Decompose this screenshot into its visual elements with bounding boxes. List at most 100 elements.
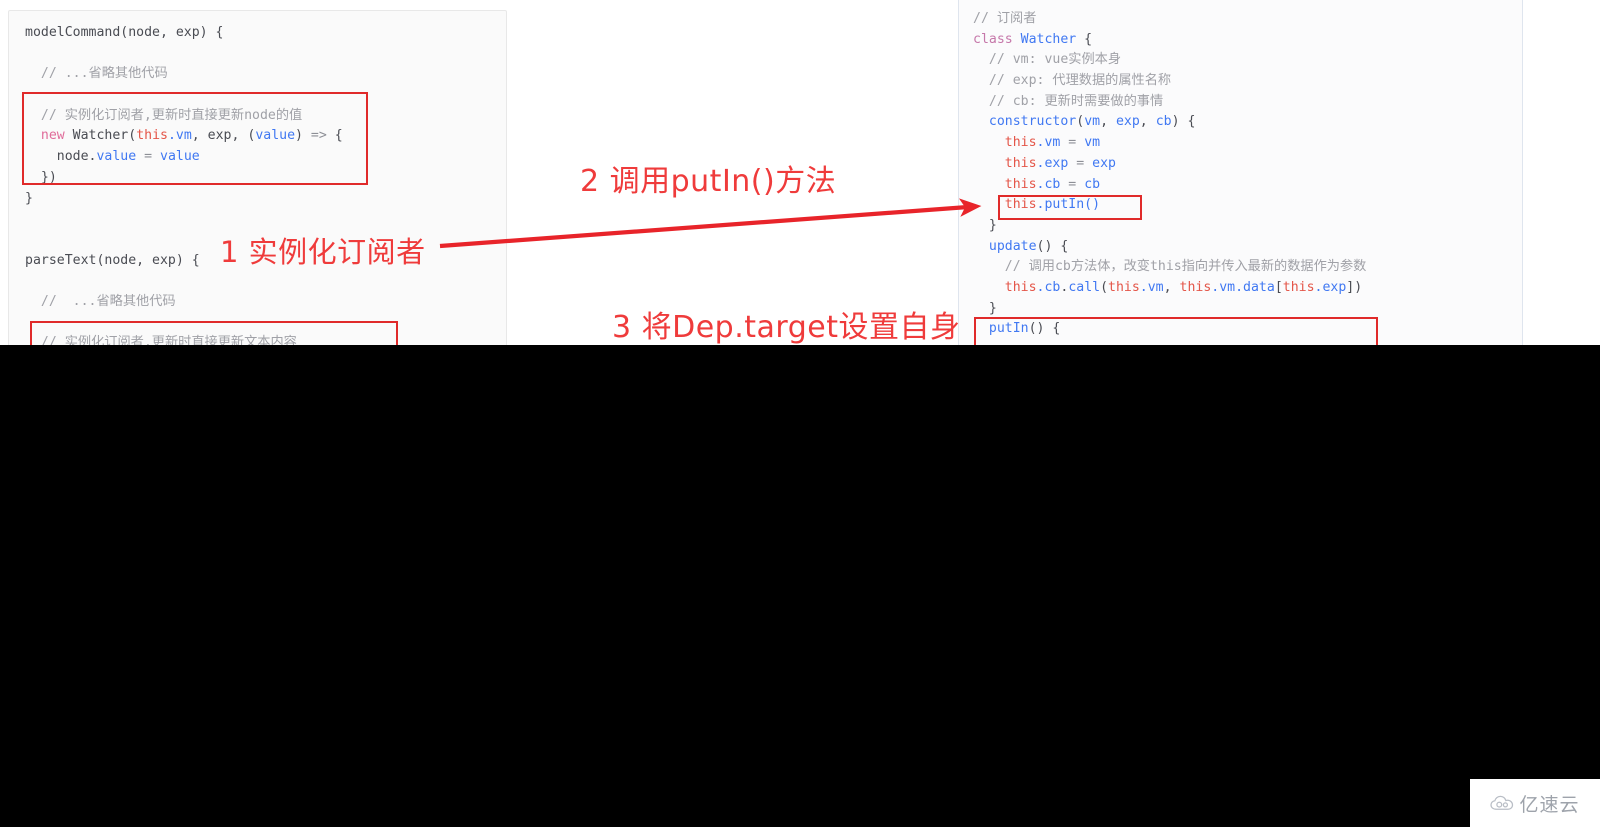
code-line: // 订阅者 [973, 9, 1522, 30]
code-token: () { [1036, 238, 1069, 254]
code-token: value [160, 149, 200, 165]
code-token: Watcher( [64, 128, 137, 144]
code-token: .vm [1036, 135, 1061, 151]
code-token: // cb: 更新时需要做的事情 [973, 93, 1164, 109]
code-token: , exp, ( [191, 128, 256, 144]
code-token: .cb [1036, 279, 1061, 295]
code-line: // exp: 代理数据的属性名称 [973, 71, 1522, 92]
code-line: // vm: vue实例本身 [973, 50, 1522, 71]
code-line: // 实例化订阅者,更新时直接更新node的值 [25, 106, 506, 127]
code-token: } [973, 300, 997, 316]
code-token: = [1068, 155, 1093, 171]
code-token: node. [25, 149, 97, 165]
code-token: // 调用cb方法体，改变this指向并传入最新的数据作为参数 [973, 259, 1367, 275]
code-token: vm [1084, 135, 1101, 151]
code-token: ]) [1346, 279, 1363, 295]
code-token: // exp: 代理数据的属性名称 [973, 73, 1172, 89]
watcher-code-text: // 订阅者 class Watcher { // vm: vue实例本身 // … [959, 0, 1522, 340]
code-token: class [973, 31, 1013, 47]
article-image-content: modelCommand(node, exp) { // ...省略其他代码 /… [0, 0, 1600, 345]
code-line: class Watcher { [973, 30, 1522, 51]
code-line: this.cb.call(this.vm, this.vm.data[this.… [973, 278, 1522, 299]
code-token: // vm: vue实例本身 [973, 52, 1122, 68]
annotation-step-1: 1 实例化订阅者 [220, 235, 426, 269]
code-token: value [96, 149, 137, 165]
code-line: modelCommand(node, exp) { [25, 23, 506, 44]
code-line: constructor(vm, exp, cb) { [973, 112, 1522, 133]
code-token: { [1076, 31, 1093, 47]
code-token: modelCommand(node, exp) { [25, 25, 224, 40]
code-token: } [973, 217, 997, 233]
code-token: ) { [1171, 114, 1196, 130]
code-line: putIn() { [973, 319, 1522, 340]
code-token: .exp [1036, 155, 1069, 171]
annotation-step-2: 2 调用putIn()方法 [580, 164, 837, 199]
code-line: update() { [973, 237, 1522, 258]
code-line: } [973, 299, 1522, 320]
code-token: call [1068, 279, 1101, 295]
code-token: ( [1076, 114, 1085, 130]
code-token: .exp [1314, 279, 1347, 295]
code-token: .data [1235, 279, 1275, 295]
code-token: this [1004, 155, 1037, 171]
code-token: this [1004, 197, 1037, 213]
code-line: this.vm = vm [973, 133, 1522, 154]
code-token: , [1163, 279, 1180, 295]
compile-code-text: modelCommand(node, exp) { // ...省略其他代码 /… [9, 11, 506, 345]
code-line: new Watcher(this.vm, exp, (value) => { [25, 126, 506, 147]
code-token: // ...省略其他代码 [25, 66, 168, 82]
code-line: // ...省略其他代码 [25, 292, 506, 313]
code-line: // ...省略其他代码 [25, 64, 506, 85]
watermark: 亿速云 [1470, 779, 1600, 827]
code-token: [ [1274, 279, 1283, 295]
code-token: = [1060, 135, 1085, 151]
code-token: this [136, 128, 168, 144]
code-token: constructor [988, 114, 1077, 130]
code-token: // 实例化订阅者,更新时直接更新文本内容 [25, 335, 297, 345]
screenshot-stage: modelCommand(node, exp) { // ...省略其他代码 /… [0, 0, 1600, 827]
code-token: Watcher [1020, 31, 1077, 47]
code-token: ( [1100, 279, 1109, 295]
code-token: () { [1028, 321, 1061, 337]
code-token: }) [25, 169, 57, 185]
code-line: this.cb = cb [973, 175, 1522, 196]
code-line: // 实例化订阅者,更新时直接更新文本内容 [25, 333, 506, 345]
code-line: node.value = value [25, 147, 506, 168]
code-token: this [1004, 176, 1037, 192]
code-token: , [1139, 114, 1156, 130]
code-token: exp [1092, 155, 1116, 171]
code-token: parseText(node, exp) { [25, 252, 200, 268]
code-token: this [1282, 279, 1315, 295]
code-token: this [1004, 135, 1037, 151]
code-line: } [25, 189, 506, 210]
code-token: this [1179, 279, 1212, 295]
code-line: }) [25, 168, 506, 189]
code-token: cb [1084, 176, 1101, 192]
annotation-step-3: 3 将Dep.target设置自身 [612, 310, 961, 345]
code-token: // 订阅者 [973, 11, 1037, 26]
code-token: .putIn() [1036, 197, 1101, 213]
code-line: this.exp = exp [973, 154, 1522, 175]
code-token: this [1108, 279, 1140, 295]
code-line: this.putIn() [973, 195, 1522, 216]
code-token: exp [1115, 114, 1140, 130]
code-token: // 实例化订阅者,更新时直接更新node的值 [25, 107, 303, 123]
code-token: vm [1084, 114, 1101, 130]
code-token: // ...省略其他代码 [25, 293, 176, 309]
code-token: cb [1155, 114, 1172, 130]
code-line: // 调用cb方法体，改变this指向并传入最新的数据作为参数 [973, 257, 1522, 278]
code-token: .vm [1211, 279, 1236, 295]
